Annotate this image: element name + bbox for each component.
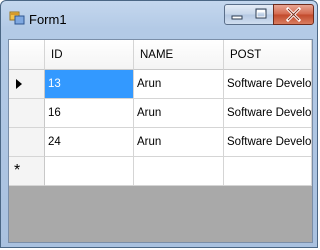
cell-post[interactable]: Software Develo... [224, 99, 312, 128]
table-row[interactable]: 13 Arun Software Develo... [9, 70, 312, 99]
close-icon [285, 6, 302, 23]
maximize-button[interactable] [249, 4, 274, 25]
row-header[interactable] [9, 70, 45, 99]
column-header-row: ID NAME POST [9, 40, 312, 70]
maximize-icon [255, 8, 267, 19]
row-header[interactable] [9, 99, 45, 128]
title-bar[interactable]: Form1 [1, 1, 317, 31]
row-header[interactable]: * [9, 157, 45, 186]
new-row-marker: * [14, 162, 21, 179]
cell-name[interactable]: Arun [134, 99, 224, 128]
close-button[interactable] [273, 4, 314, 25]
column-header-name[interactable]: NAME [134, 40, 224, 70]
cell-id[interactable]: 16 [45, 99, 134, 128]
cell-id[interactable]: 24 [45, 128, 134, 157]
column-header-id[interactable]: ID [45, 40, 134, 70]
table-row[interactable]: 16 Arun Software Develo... [9, 99, 312, 128]
form-client-area: ID NAME POST 13 Arun Software Develo... … [8, 39, 313, 243]
cell-post[interactable]: Software Develo... [224, 70, 312, 99]
cell-name[interactable] [134, 157, 224, 186]
top-left-header-cell[interactable] [9, 40, 45, 70]
minimize-icon [231, 15, 243, 20]
column-header-post[interactable]: POST [224, 40, 312, 70]
data-grid-view[interactable]: ID NAME POST 13 Arun Software Develo... … [9, 40, 312, 186]
new-row[interactable]: * [9, 157, 312, 186]
cell-name[interactable]: Arun [134, 128, 224, 157]
cell-id[interactable]: 13 [45, 70, 134, 99]
table-row[interactable]: 24 Arun Software Develo... [9, 128, 312, 157]
row-header[interactable] [9, 128, 45, 157]
cell-post[interactable] [224, 157, 312, 186]
minimize-button[interactable] [224, 4, 250, 25]
cell-post[interactable]: Software Develo... [224, 128, 312, 157]
current-row-arrow-icon [16, 79, 22, 89]
form-window: Form1 ID NAME POST 13 Arun Software Deve… [0, 0, 318, 248]
form-app-icon[interactable] [9, 10, 25, 26]
cell-id[interactable] [45, 157, 134, 186]
cell-name[interactable]: Arun [134, 70, 224, 99]
window-title: Form1 [29, 12, 67, 27]
